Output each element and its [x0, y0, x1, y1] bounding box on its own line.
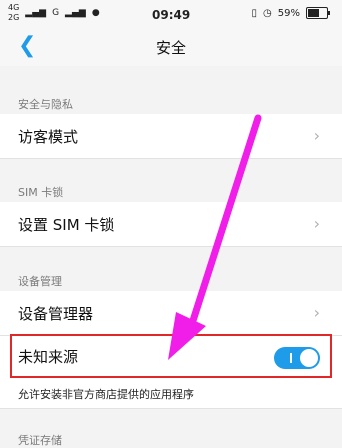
annotation-arrow: [168, 114, 262, 360]
arrow-head: [168, 312, 206, 360]
arrow-shaft: [186, 114, 262, 334]
